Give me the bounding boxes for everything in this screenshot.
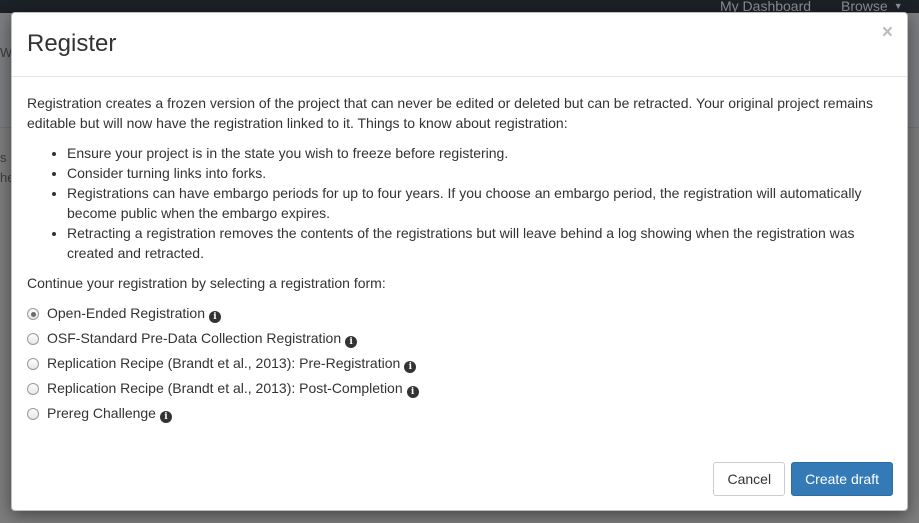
option-replication-pre[interactable]: Replication Recipe (Brandt et al., 2013)… [27, 353, 895, 378]
option-osf-standard[interactable]: OSF-Standard Pre-Data Collection Registr… [27, 328, 895, 353]
cancel-button[interactable]: Cancel [713, 462, 786, 496]
modal-footer: Cancel Create draft [713, 462, 893, 496]
modal-body: Registration creates a frozen version of… [27, 93, 895, 428]
caret-down-icon: ▼ [893, 1, 903, 11]
close-icon[interactable]: × [882, 23, 893, 43]
option-prereg-challenge[interactable]: Prereg Challenge i [27, 403, 895, 428]
continue-text: Continue your registration by selecting … [27, 275, 386, 291]
option-label: Replication Recipe (Brandt et al., 2013)… [47, 380, 403, 396]
radio-prereg-challenge[interactable] [27, 408, 39, 420]
list-item: Retracting a registration removes the co… [67, 223, 895, 263]
info-icon[interactable]: i [159, 411, 172, 423]
option-label: Prereg Challenge [47, 405, 156, 421]
create-draft-button[interactable]: Create draft [791, 462, 893, 496]
radio-osf-standard[interactable] [27, 333, 39, 345]
register-modal: Register × Registration creates a frozen… [11, 12, 908, 511]
option-label: OSF-Standard Pre-Data Collection Registr… [47, 330, 342, 346]
radio-replication-pre[interactable] [27, 358, 39, 370]
info-icon[interactable]: i [209, 311, 221, 323]
option-open-ended[interactable]: Open-Ended Registration i [27, 303, 895, 328]
list-item: Registrations can have embargo periods f… [67, 183, 895, 223]
option-replication-post[interactable]: Replication Recipe (Brandt et al., 2013)… [27, 378, 895, 403]
option-label: Open-Ended Registration [47, 305, 205, 321]
info-icon[interactable]: i [345, 336, 358, 348]
registration-form-options: Open-Ended Registration i OSF-Standard Pr… [27, 303, 895, 428]
info-icon[interactable]: i [406, 386, 419, 398]
list-item: Consider turning links into forks. [67, 163, 895, 183]
info-list: Ensure your project is in the state you … [27, 143, 895, 263]
modal-header: Register × [12, 13, 907, 77]
modal-title: Register [27, 30, 117, 57]
radio-open-ended[interactable] [27, 308, 39, 320]
option-label: Replication Recipe (Brandt et al., 2013)… [47, 355, 401, 371]
info-icon[interactable]: i [404, 361, 417, 373]
radio-replication-post[interactable] [27, 383, 39, 395]
list-item: Ensure your project is in the state you … [67, 143, 895, 163]
intro-text: Registration creates a frozen version of… [27, 95, 873, 131]
